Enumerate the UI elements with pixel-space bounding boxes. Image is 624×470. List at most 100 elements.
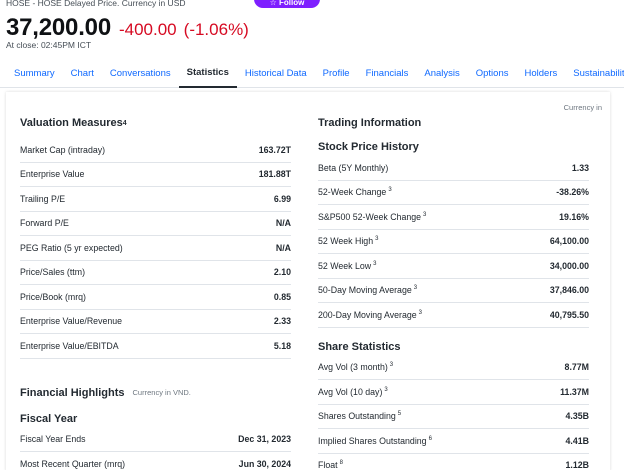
tab-summary[interactable]: Summary (0, 58, 63, 88)
stock-price-history-value: 1.33 (571, 162, 589, 173)
share-statistics-row: Implied Shares Outstanding 6 4.41B (318, 429, 589, 454)
valuation-row: Forward P/E N/A (20, 212, 291, 236)
share-statistics-value: 8.77M (564, 362, 589, 373)
stock-price-history-row: 52 Week Low 3 34,000.00 (318, 254, 589, 279)
stock-price-history-row: 52-Week Change 3 -38.26% (318, 181, 589, 205)
tab-sustainability[interactable]: Sustainability (565, 58, 624, 88)
stock-price-history-title: Stock Price History (318, 141, 419, 153)
valuation-value: 5.18 (273, 340, 291, 351)
stock-price-history-row: 52 Week High 3 64,100.00 (318, 230, 589, 254)
stock-price-history-value: 40,795.50 (549, 309, 589, 320)
stock-price-history-footnote: 3 (413, 285, 418, 292)
currency-note: Currency in (563, 103, 602, 112)
share-statistics-row: Shares Outstanding 5 4.35B (318, 405, 589, 429)
valuation-value: 6.99 (273, 193, 291, 204)
share-statistics-label: Avg Vol (10 day) 3 (318, 386, 388, 397)
share-statistics-footnote: 6 (428, 435, 432, 442)
valuation-row: Price/Sales (ttm) 2.10 (20, 261, 291, 285)
financial-highlights-currency-note: Currency in VND. (132, 388, 191, 397)
share-statistics-label: Shares Outstanding 5 (318, 411, 402, 422)
quote-price-row: 37,200.00 -400.00 (-1.06%) (6, 14, 249, 42)
tab-chart[interactable]: Chart (63, 58, 102, 88)
fiscal-year-value: Jun 30, 2024 (238, 458, 291, 469)
valuation-value: 0.85 (273, 291, 291, 302)
price-change-percent: (-1.06%) (183, 20, 249, 39)
valuation-label: PEG Ratio (5 yr expected) (20, 242, 123, 253)
stock-price-history-label: Beta (5Y Monthly) (318, 162, 389, 173)
fiscal-year-row: Fiscal Year Ends Dec 31, 2023 (20, 428, 291, 452)
valuation-row: Market Cap (intraday) 163.72T (20, 138, 291, 163)
fiscal-year-label: Fiscal Year Ends (20, 434, 86, 445)
valuation-title-footnote: 4 (122, 119, 127, 127)
valuation-label: Enterprise Value (20, 169, 85, 180)
valuation-value: 181.88T (258, 169, 291, 180)
valuation-row: PEG Ratio (5 yr expected) N/A (20, 236, 291, 261)
valuation-value: 2.10 (273, 267, 291, 278)
stock-price-history-label: 52 Week High 3 (318, 236, 379, 247)
stock-price-history-row: 50-Day Moving Average 3 37,846.00 (318, 279, 589, 303)
share-statistics-footnote: 8 (339, 460, 343, 467)
stock-price-history-row: S&P500 52-Week Change 3 19.16% (318, 205, 589, 230)
stock-price-history-footnote: 3 (375, 236, 379, 243)
close-time: At close: 02:45PM ICT (6, 40, 92, 50)
tab-historical-data[interactable]: Historical Data (237, 58, 315, 88)
share-statistics-row: Float 8 1.12B (318, 454, 589, 470)
share-statistics-label: Implied Shares Outstanding 6 (318, 435, 432, 446)
left-column: Valuation Measures 4 Market Cap (intraday… (20, 114, 291, 470)
price-change: -400.00 (118, 20, 177, 39)
share-statistics-row: Avg Vol (3 month) 3 8.77M (318, 356, 589, 380)
stock-price-history-label: 52 Week Low 3 (318, 260, 377, 271)
exchange-source-note: HOSE - HOSE Delayed Price. Currency in U… (6, 0, 186, 8)
valuation-value: 163.72T (258, 144, 291, 155)
valuation-label: Trailing P/E (20, 193, 66, 204)
stock-price-history-label: 200-Day Moving Average 3 (318, 309, 422, 320)
stock-price-history-row: 200-Day Moving Average 3 40,795.50 (318, 303, 589, 328)
right-column: Trading Information Stock Price History … (318, 114, 589, 470)
valuation-measures-title: Valuation Measures 4 (20, 117, 127, 129)
share-statistics-footnote: 3 (389, 362, 394, 369)
financial-highlights-title: Financial Highlights Currency in VND. (20, 386, 191, 399)
share-statistics-value: 11.37M (560, 386, 589, 397)
valuation-label: Enterprise Value/EBITDA (20, 340, 119, 351)
stock-price-history-label: 50-Day Moving Average 3 (318, 285, 418, 296)
fiscal-year-value: Dec 31, 2023 (238, 434, 291, 445)
share-statistics-label: Avg Vol (3 month) 3 (318, 362, 394, 373)
quote-tabs: Summary Chart Conversations Statistics Histo… (0, 58, 624, 88)
stock-price-history-table: Beta (5Y Monthly) 1.33 52-Week Change 3 -38.… (318, 156, 589, 328)
stock-price-history-label: 52-Week Change 3 (318, 187, 392, 198)
fiscal-year-row: Most Recent Quarter (mrq) Jun 30, 2024 (20, 452, 291, 470)
tab-options[interactable]: Options (468, 58, 517, 88)
current-price: 37,200.00 (6, 14, 111, 41)
stock-price-history-footnote: 3 (373, 260, 377, 267)
valuation-row: Enterprise Value 181.88T (20, 163, 291, 187)
tab-financials[interactable]: Financials (358, 58, 417, 88)
valuation-value: 2.33 (273, 316, 291, 327)
stock-price-history-value: 34,000.00 (549, 260, 589, 271)
stock-price-history-footnote: 3 (388, 187, 392, 194)
tab-analysis[interactable]: Analysis (416, 58, 467, 88)
valuation-row: Trailing P/E 6.99 (20, 187, 291, 212)
share-statistics-value: 4.35B (565, 411, 589, 422)
valuation-row: Enterprise Value/Revenue 2.33 (20, 310, 291, 334)
valuation-label: Market Cap (intraday) (20, 144, 106, 155)
valuation-label: Price/Sales (ttm) (20, 267, 86, 278)
stock-price-history-label: S&P500 52-Week Change 3 (318, 211, 427, 222)
stock-price-history-footnote: 3 (423, 211, 427, 218)
share-statistics-value: 1.12B (565, 460, 589, 470)
share-statistics-footnote: 5 (397, 411, 402, 418)
follow-button[interactable]: ☆ Follow (254, 0, 320, 8)
tab-statistics[interactable]: Statistics (178, 58, 237, 88)
tab-holders[interactable]: Holders (517, 58, 566, 88)
fiscal-year-table: Fiscal Year Ends Dec 31, 2023 Most Recent … (20, 428, 291, 470)
valuation-value: N/A (275, 218, 291, 229)
tab-profile[interactable]: Profile (315, 58, 358, 88)
valuation-row: Enterprise Value/EBITDA 5.18 (20, 334, 291, 359)
share-statistics-table: Avg Vol (3 month) 3 8.77M Avg Vol (10 day) 3… (318, 356, 589, 470)
valuation-label: Price/Book (mrq) (20, 291, 86, 302)
tab-conversations[interactable]: Conversations (102, 58, 179, 88)
share-statistics-row: Avg Vol (10 day) 3 11.37M (318, 380, 589, 405)
share-statistics-label: Float 8 (318, 460, 343, 470)
valuation-table: Market Cap (intraday) 163.72T Enterprise V… (20, 138, 291, 359)
valuation-value: N/A (275, 242, 291, 253)
share-statistics-value: 4.41B (565, 435, 589, 446)
